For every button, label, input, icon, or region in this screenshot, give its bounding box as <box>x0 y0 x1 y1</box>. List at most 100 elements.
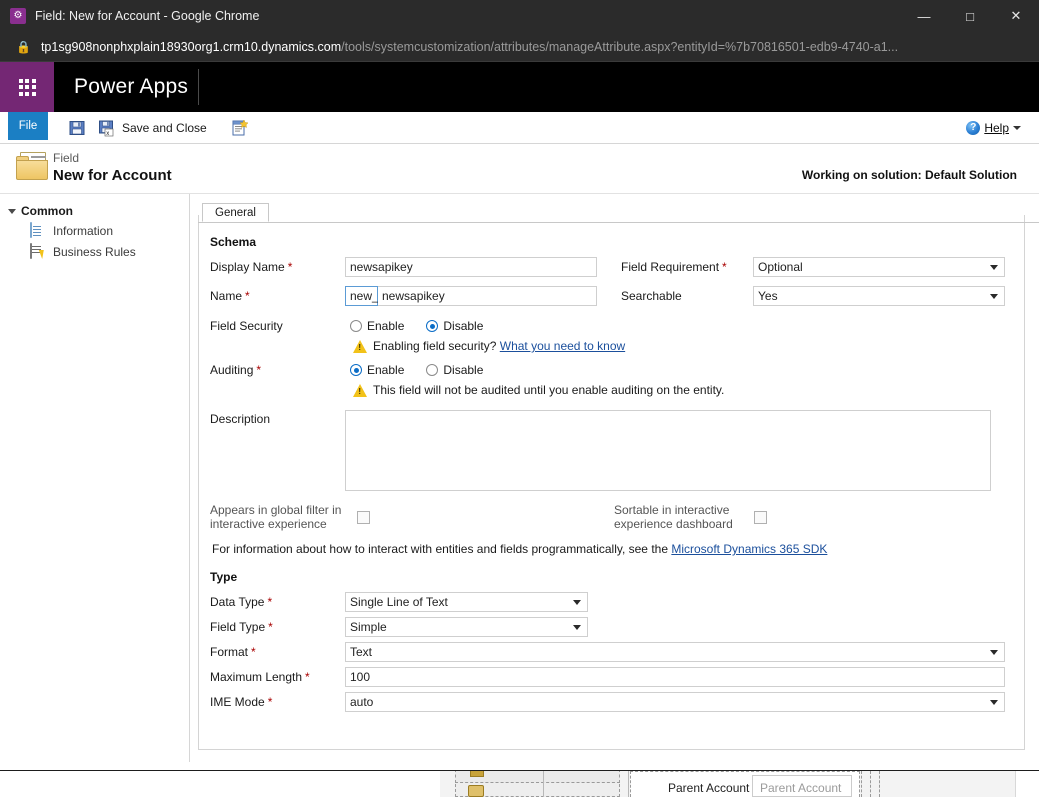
radio-selected[interactable] <box>350 364 362 376</box>
minimize-button[interactable]: — <box>901 0 947 32</box>
chrome-browser-window: ⚙ Field: New for Account - Google Chrome… <box>0 0 1039 770</box>
url-path: /tools/systemcustomization/attributes/ma… <box>341 39 899 54</box>
new-button[interactable] <box>225 112 255 144</box>
required-asterisk: * <box>287 260 293 274</box>
command-bar: x Save and Close ? Help File <box>0 112 1039 144</box>
sidebar-item-information[interactable]: Information <box>0 220 189 241</box>
name-input[interactable] <box>378 286 597 306</box>
browser-urlbar[interactable]: 🔒 tp1sg908nonphxplain18930org1.crm10.dyn… <box>0 32 1039 62</box>
ime-mode-label-text: IME Mode <box>210 695 265 709</box>
format-label: Format * <box>210 645 345 659</box>
auditing-enable-label: Enable <box>367 363 405 377</box>
auditing-disable-label: Disable <box>443 363 484 377</box>
field-security-warning-message: Enabling field security? <box>373 339 497 353</box>
field-type-select[interactable]: Simple <box>345 617 588 637</box>
row-ime-mode: IME Mode * auto <box>210 692 1017 712</box>
field-requirement-label-text: Field Requirement <box>621 260 720 274</box>
chevron-down-icon <box>1013 125 1021 130</box>
field-security-label: Field Security <box>210 319 283 333</box>
field-security-disable-option[interactable]: Disable <box>426 319 483 333</box>
triangle-down-icon <box>8 208 16 214</box>
searchable-select[interactable]: Yes <box>753 286 1005 306</box>
save-and-close-icon: x <box>98 119 116 137</box>
information-icon <box>30 222 46 238</box>
row-display-name: Display Name* Field Requirement* Optiona… <box>210 257 1017 277</box>
sortable-checkbox[interactable] <box>754 510 767 524</box>
auditing-label: Auditing * <box>210 363 350 377</box>
chevron-down-icon <box>990 650 998 655</box>
format-label-text: Format <box>210 645 249 659</box>
radio-selected[interactable] <box>426 320 439 332</box>
display-name-input[interactable] <box>345 257 597 277</box>
page-title: New for Account <box>53 167 172 184</box>
field-security-learn-more-link[interactable]: What you need to know <box>500 339 625 353</box>
sidebar-item-label: Business Rules <box>53 244 136 259</box>
global-filter-checkbox[interactable] <box>357 510 370 524</box>
navigation-pane: Common Information Business Rules <box>0 194 190 762</box>
radio-unselected[interactable] <box>350 320 362 332</box>
row-data-type: Data Type * Single Line of Text <box>210 592 1017 612</box>
nav-group-common[interactable]: Common <box>0 202 189 220</box>
field-requirement-value: Optional <box>758 260 803 274</box>
save-button[interactable] <box>62 112 92 144</box>
radio-unselected[interactable] <box>426 364 439 376</box>
field-requirement-select[interactable]: Optional <box>753 257 1005 277</box>
description-textarea[interactable] <box>345 410 991 491</box>
description-label: Description <box>210 412 271 426</box>
help-menu[interactable]: ? Help <box>966 120 1021 135</box>
data-type-label-text: Data Type <box>210 595 265 609</box>
row-name: Name* new_ Searchable Yes <box>210 286 1017 306</box>
help-label: Help <box>984 120 1009 135</box>
global-filter-label: Appears in global filter in interactive … <box>210 503 342 531</box>
field-security-enable-option[interactable]: Enable <box>350 319 404 333</box>
window-controls: — □ ✕ <box>901 0 1039 32</box>
schema-section-title: Schema <box>210 235 257 249</box>
waffle-grid <box>18 78 36 96</box>
chevron-down-icon <box>990 265 998 270</box>
new-record-icon <box>231 118 249 137</box>
field-type-value: Simple <box>350 620 387 634</box>
required-asterisk: * <box>256 363 262 377</box>
address-bar-text[interactable]: tp1sg908nonphxplain18930org1.crm10.dynam… <box>41 40 898 54</box>
field-security-disable-label: Disable <box>443 319 484 333</box>
browser-titlebar: ⚙ Field: New for Account - Google Chrome… <box>0 0 1039 32</box>
tab-general[interactable]: General <box>202 203 269 222</box>
field-security-warning-text: Enabling field security? What you need t… <box>373 339 625 353</box>
folder-body <box>16 160 48 180</box>
sidebar-item-label: Information <box>53 223 114 238</box>
ime-mode-select[interactable]: auto <box>345 692 1005 712</box>
field-requirement-label: Field Requirement * <box>621 260 753 274</box>
format-select[interactable]: Text <box>345 642 1005 662</box>
folder-field-icon <box>14 152 50 182</box>
sidebar-item-business-rules[interactable]: Business Rules <box>0 241 189 262</box>
sdk-note-text: For information about how to interact wi… <box>212 542 668 556</box>
app-launcher-waffle-icon[interactable] <box>0 62 54 112</box>
row-field-security: Field Security Enable Disable <box>210 319 1017 333</box>
file-tab[interactable]: File <box>8 112 48 140</box>
sdk-link[interactable]: Microsoft Dynamics 365 SDK <box>671 542 827 556</box>
name-field-combo: new_ <box>345 286 597 306</box>
chevron-down-icon <box>573 625 581 630</box>
lock-icon: 🔒 <box>16 39 31 54</box>
window-title: Field: New for Account - Google Chrome <box>35 9 260 23</box>
warning-triangle-icon <box>353 339 367 353</box>
tab-strip: General <box>198 202 1039 223</box>
maximum-length-input[interactable] <box>345 667 1005 687</box>
form-body: Schema Display Name* Field Requirement* … <box>198 223 1039 712</box>
svg-text:x: x <box>106 131 109 137</box>
close-button[interactable]: ✕ <box>993 0 1039 32</box>
auditing-disable-option[interactable]: Disable <box>426 363 483 377</box>
required-asterisk: * <box>722 260 727 274</box>
page-kicker: Field <box>53 151 80 165</box>
save-and-close-button[interactable]: x Save and Close <box>92 112 213 144</box>
power-apps-favicon: ⚙ <box>10 8 26 24</box>
maximize-button[interactable]: □ <box>947 0 993 32</box>
format-value: Text <box>350 645 373 659</box>
warning-triangle-icon <box>353 383 367 397</box>
page-header: Field New for Account Working on solutio… <box>0 144 1039 194</box>
row-description: Description <box>210 410 1017 491</box>
auditing-enable-option[interactable]: Enable <box>350 363 404 377</box>
data-type-select[interactable]: Single Line of Text <box>345 592 588 612</box>
chevron-down-icon <box>990 700 998 705</box>
save-and-close-label: Save and Close <box>122 120 207 135</box>
